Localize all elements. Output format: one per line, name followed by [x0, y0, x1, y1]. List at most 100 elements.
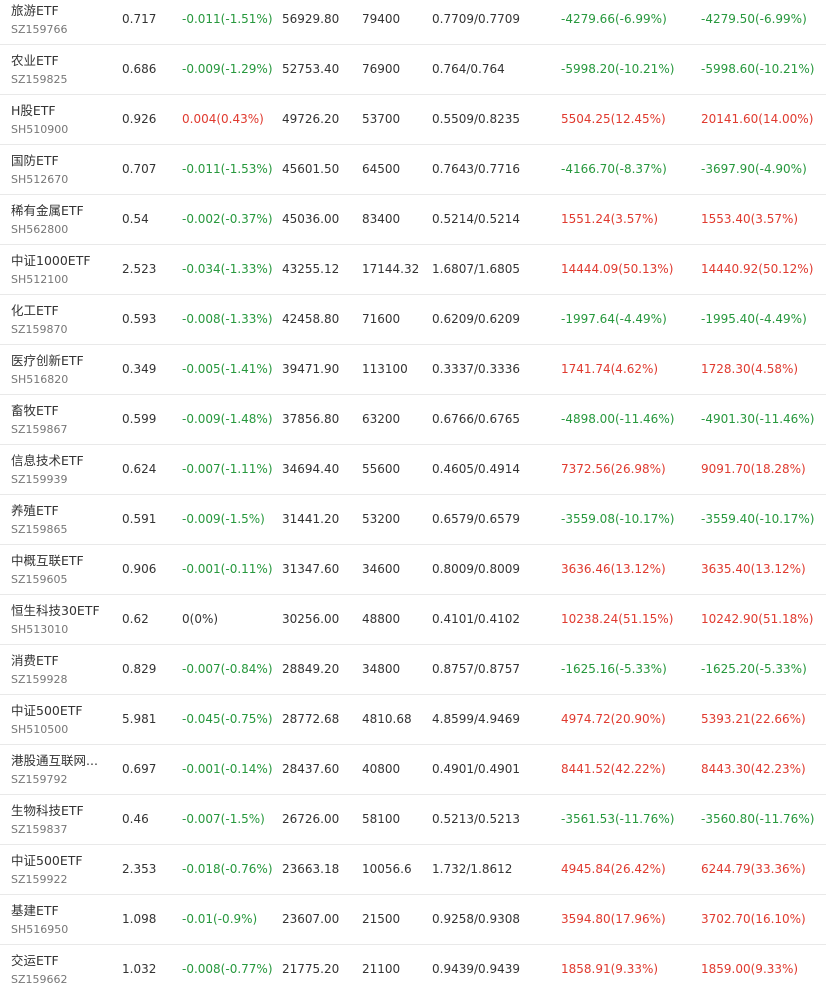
fund-name[interactable]: 中概互联ETF [11, 552, 111, 570]
fund-name-cell[interactable]: 消费ETF SZ159928 [11, 645, 111, 694]
fund-name-cell[interactable]: 交运ETF SZ159662 [11, 945, 111, 989]
cost-cell: 0.7709/0.7709 [432, 12, 521, 26]
change-cell: -0.008(-0.77%) [182, 962, 273, 976]
profit-loss-cell: -3561.53(-11.76%) [561, 812, 675, 826]
table-row[interactable]: 生物科技ETF SZ159837 0.46 -0.007(-1.5%) 26726… [0, 795, 826, 845]
fund-name[interactable]: 旅游ETF [11, 2, 111, 20]
profit-loss-cell: -4166.70(-8.37%) [561, 162, 667, 176]
table-row[interactable]: 养殖ETF SZ159865 0.591 -0.009(-1.5%) 31441.… [0, 495, 826, 545]
fund-name-cell[interactable]: 养殖ETF SZ159865 [11, 495, 111, 544]
fund-name-cell[interactable]: 中证1000ETF SH512100 [11, 245, 111, 294]
fund-name-cell[interactable]: 旅游ETF SZ159766 [11, 0, 111, 44]
fund-name-cell[interactable]: 中概互联ETF SZ159605 [11, 545, 111, 594]
fund-name[interactable]: 基建ETF [11, 902, 111, 920]
fund-code: SH562800 [11, 223, 69, 236]
cost-cell: 0.6579/0.6579 [432, 512, 521, 526]
fund-name[interactable]: 医疗创新ETF [11, 352, 111, 370]
fund-name[interactable]: 信息技术ETF [11, 452, 111, 470]
profit-loss-cell: 3594.80(17.96%) [561, 912, 666, 926]
fund-code: SZ159662 [11, 973, 68, 986]
shares-cell: 64500 [362, 162, 401, 176]
profit-loss-cell: 4945.84(26.42%) [561, 862, 666, 876]
fund-name[interactable]: 港股通互联网... [11, 752, 111, 770]
fund-name[interactable]: 交运ETF [11, 952, 111, 970]
price-cell: 0.62 [122, 612, 149, 626]
total-profit-loss-cell: 20141.60(14.00%) [701, 112, 814, 126]
fund-name-cell[interactable]: 生物科技ETF SZ159837 [11, 795, 111, 844]
table-row[interactable]: 中证500ETF SZ159922 2.353 -0.018(-0.76%) 23… [0, 845, 826, 895]
market-value-cell: 42458.80 [282, 312, 340, 326]
fund-name[interactable]: 中证1000ETF [11, 252, 111, 270]
price-cell: 0.697 [122, 762, 157, 776]
total-profit-loss-cell: 3635.40(13.12%) [701, 562, 806, 576]
price-cell: 0.46 [122, 812, 149, 826]
fund-name[interactable]: 中证500ETF [11, 852, 111, 870]
fund-name[interactable]: 恒生科技30ETF [11, 602, 111, 620]
fund-name-cell[interactable]: 畜牧ETF SZ159867 [11, 395, 111, 444]
table-row[interactable]: 旅游ETF SZ159766 0.717 -0.011(-1.51%) 56929… [0, 0, 826, 45]
price-cell: 0.707 [122, 162, 157, 176]
change-cell: -0.007(-1.11%) [182, 462, 273, 476]
fund-name-cell[interactable]: 恒生科技30ETF SH513010 [11, 595, 111, 644]
fund-name-cell[interactable]: 基建ETF SH516950 [11, 895, 111, 944]
fund-name[interactable]: 农业ETF [11, 52, 111, 70]
change-cell: -0.018(-0.76%) [182, 862, 273, 876]
table-row[interactable]: 基建ETF SH516950 1.098 -0.01(-0.9%) 23607.0… [0, 895, 826, 945]
table-row[interactable]: 中证1000ETF SH512100 2.523 -0.034(-1.33%) 4… [0, 245, 826, 295]
table-row[interactable]: 交运ETF SZ159662 1.032 -0.008(-0.77%) 21775… [0, 945, 826, 989]
fund-code: SH512100 [11, 273, 69, 286]
fund-name[interactable]: 中证500ETF [11, 702, 111, 720]
profit-loss-cell: -1997.64(-4.49%) [561, 312, 667, 326]
fund-name-cell[interactable]: 化工ETF SZ159870 [11, 295, 111, 344]
market-value-cell: 56929.80 [282, 12, 340, 26]
price-cell: 0.624 [122, 462, 157, 476]
table-row[interactable]: 港股通互联网... SZ159792 0.697 -0.001(-0.14%) 2… [0, 745, 826, 795]
fund-name[interactable]: 养殖ETF [11, 502, 111, 520]
price-cell: 0.686 [122, 62, 157, 76]
fund-name-cell[interactable]: 国防ETF SH512670 [11, 145, 111, 194]
fund-name[interactable]: 畜牧ETF [11, 402, 111, 420]
fund-name-cell[interactable]: 农业ETF SZ159825 [11, 45, 111, 94]
table-row[interactable]: 消费ETF SZ159928 0.829 -0.007(-0.84%) 28849… [0, 645, 826, 695]
fund-name-cell[interactable]: H股ETF SH510900 [11, 95, 111, 144]
fund-name-cell[interactable]: 信息技术ETF SZ159939 [11, 445, 111, 494]
fund-name-cell[interactable]: 港股通互联网... SZ159792 [11, 745, 111, 794]
fund-name-cell[interactable]: 中证500ETF SH510500 [11, 695, 111, 744]
total-profit-loss-cell: 1553.40(3.57%) [701, 212, 799, 226]
market-value-cell: 28437.60 [282, 762, 340, 776]
table-row[interactable]: 医疗创新ETF SH516820 0.349 -0.005(-1.41%) 394… [0, 345, 826, 395]
fund-code: SH512670 [11, 173, 69, 186]
cost-cell: 0.6209/0.6209 [432, 312, 521, 326]
table-row[interactable]: 恒生科技30ETF SH513010 0.62 0(0%) 30256.00 48… [0, 595, 826, 645]
fund-name-cell[interactable]: 医疗创新ETF SH516820 [11, 345, 111, 394]
fund-name-cell[interactable]: 中证500ETF SZ159922 [11, 845, 111, 894]
fund-code: SZ159870 [11, 323, 68, 336]
table-row[interactable]: 国防ETF SH512670 0.707 -0.011(-1.53%) 45601… [0, 145, 826, 195]
market-value-cell: 28772.68 [282, 712, 340, 726]
profit-loss-cell: 1858.91(9.33%) [561, 962, 659, 976]
total-profit-loss-cell: 1728.30(4.58%) [701, 362, 799, 376]
fund-name[interactable]: 稀有金属ETF [11, 202, 111, 220]
fund-code: SZ159837 [11, 823, 68, 836]
fund-code: SZ159766 [11, 23, 68, 36]
table-row[interactable]: 化工ETF SZ159870 0.593 -0.008(-1.33%) 42458… [0, 295, 826, 345]
table-row[interactable]: 中证500ETF SH510500 5.981 -0.045(-0.75%) 28… [0, 695, 826, 745]
fund-name-cell[interactable]: 稀有金属ETF SH562800 [11, 195, 111, 244]
price-cell: 0.593 [122, 312, 157, 326]
table-row[interactable]: 农业ETF SZ159825 0.686 -0.009(-1.29%) 52753… [0, 45, 826, 95]
table-row[interactable]: 中概互联ETF SZ159605 0.906 -0.001(-0.11%) 313… [0, 545, 826, 595]
table-row[interactable]: 畜牧ETF SZ159867 0.599 -0.009(-1.48%) 37856… [0, 395, 826, 445]
table-row[interactable]: 稀有金属ETF SH562800 0.54 -0.002(-0.37%) 4503… [0, 195, 826, 245]
table-row[interactable]: H股ETF SH510900 0.926 0.004(0.43%) 49726.2… [0, 95, 826, 145]
cost-cell: 4.8599/4.9469 [432, 712, 521, 726]
fund-name[interactable]: 消费ETF [11, 652, 111, 670]
price-cell: 2.523 [122, 262, 157, 276]
fund-name[interactable]: 化工ETF [11, 302, 111, 320]
profit-loss-cell: 7372.56(26.98%) [561, 462, 666, 476]
profit-loss-cell: -1625.16(-5.33%) [561, 662, 667, 676]
market-value-cell: 21775.20 [282, 962, 340, 976]
fund-name[interactable]: 国防ETF [11, 152, 111, 170]
fund-name[interactable]: H股ETF [11, 102, 111, 120]
fund-name[interactable]: 生物科技ETF [11, 802, 111, 820]
table-row[interactable]: 信息技术ETF SZ159939 0.624 -0.007(-1.11%) 346… [0, 445, 826, 495]
